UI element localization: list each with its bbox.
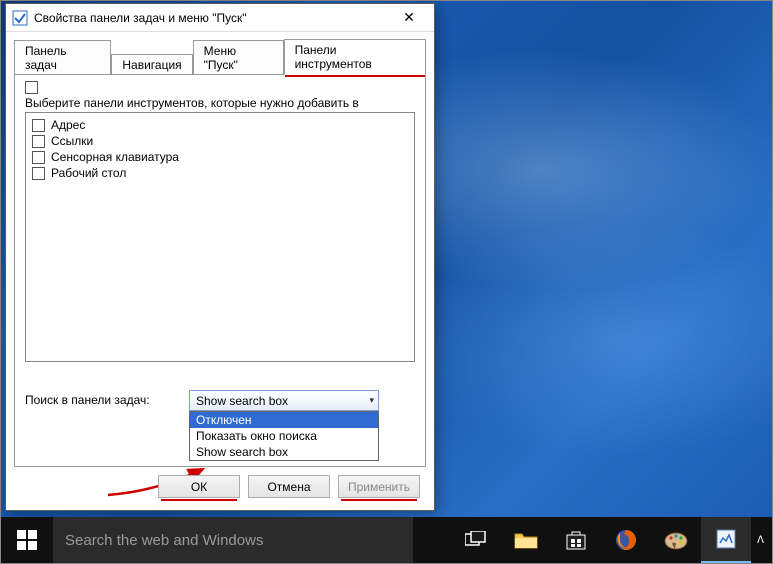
firefox-icon: [614, 528, 638, 552]
taskbar-spacer: [413, 517, 451, 563]
annotation-underline: [341, 499, 417, 501]
checkbox-icon[interactable]: [32, 167, 45, 180]
checkbox-icon[interactable]: [32, 151, 45, 164]
combo-value: Show search box: [196, 394, 288, 408]
tab-toolbars-label: Панели инструментов: [295, 43, 372, 71]
cancel-label: Отмена: [267, 480, 310, 494]
system-tray[interactable]: ᐱ: [751, 517, 772, 563]
titlebar[interactable]: Свойства панели задач и меню "Пуск" ✕: [6, 4, 434, 32]
window-icon: [12, 10, 28, 26]
task-view-icon: [465, 531, 487, 549]
list-item[interactable]: Ссылки: [32, 133, 408, 149]
tab-taskbar[interactable]: Панель задач: [14, 40, 111, 75]
dialog-buttons: ОК Отмена Применить: [6, 475, 434, 510]
start-button[interactable]: [1, 517, 53, 563]
app-icon: [715, 528, 737, 550]
list-item[interactable]: Рабочий стол: [32, 165, 408, 181]
instruction-text: Выберите панели инструментов, которые ну…: [25, 96, 415, 110]
search-placeholder-text: Search the web and Windows: [65, 532, 263, 549]
list-item-label: Адрес: [51, 118, 85, 132]
chevron-down-icon: ▾: [369, 395, 374, 406]
annotation-underline: [161, 499, 237, 501]
toolbars-listbox[interactable]: Адрес Ссылки Сенсорная клавиатура Рабочи…: [25, 112, 415, 362]
ok-label: ОК: [191, 480, 207, 494]
dropdown-option[interactable]: Show search box: [190, 444, 378, 460]
store-button[interactable]: [551, 517, 601, 563]
taskbar: Search the web and Windows ᐱ: [1, 517, 772, 563]
dropdown-option[interactable]: Отключен: [190, 412, 378, 428]
tab-toolbars[interactable]: Панели инструментов: [284, 39, 426, 75]
store-icon: [565, 529, 587, 551]
folder-icon: [514, 530, 538, 550]
tab-startmenu[interactable]: Меню "Пуск": [193, 40, 284, 75]
close-button[interactable]: ✕: [386, 5, 432, 31]
tab-content: Выберите панели инструментов, которые ну…: [14, 74, 426, 467]
taskbar-apps: [451, 517, 751, 563]
apply-label: Применить: [348, 480, 410, 494]
windows-icon: [17, 530, 37, 550]
checkbox-unknown[interactable]: [25, 81, 38, 94]
search-setting-row: Поиск в панели задач: Show search box ▾ …: [25, 390, 415, 411]
cancel-button[interactable]: Отмена: [248, 475, 330, 498]
list-item[interactable]: Адрес: [32, 117, 408, 133]
dropdown-option[interactable]: Показать окно поиска: [190, 428, 378, 444]
file-explorer-button[interactable]: [501, 517, 551, 563]
tab-bar: Панель задач Навигация Меню "Пуск" Панел…: [6, 32, 434, 74]
list-item[interactable]: Сенсорная клавиатура: [32, 149, 408, 165]
search-combobox[interactable]: Show search box ▾: [189, 390, 379, 411]
annotation-underline: [285, 75, 425, 77]
checkbox-icon[interactable]: [32, 135, 45, 148]
paint-icon: [663, 529, 689, 551]
apply-button[interactable]: Применить: [338, 475, 420, 498]
search-combo-wrap: Show search box ▾ Отключен Показать окно…: [189, 390, 379, 411]
list-item-label: Сенсорная клавиатура: [51, 150, 179, 164]
window-title: Свойства панели задач и меню "Пуск": [34, 11, 380, 25]
tray-chevron-up-icon[interactable]: ᐱ: [757, 535, 764, 546]
active-app-button[interactable]: [701, 517, 751, 563]
taskbar-properties-dialog: Свойства панели задач и меню "Пуск" ✕ Па…: [5, 3, 435, 511]
close-icon: ✕: [403, 9, 415, 26]
list-item-label: Рабочий стол: [51, 166, 126, 180]
checkbox-icon[interactable]: [32, 119, 45, 132]
tab-navigation[interactable]: Навигация: [111, 54, 192, 75]
paint-button[interactable]: [651, 517, 701, 563]
ok-button[interactable]: ОК: [158, 475, 240, 498]
taskbar-search[interactable]: Search the web and Windows: [53, 517, 413, 563]
firefox-button[interactable]: [601, 517, 651, 563]
list-item-label: Ссылки: [51, 134, 93, 148]
search-dropdown[interactable]: Отключен Показать окно поиска Show searc…: [189, 411, 379, 461]
search-label: Поиск в панели задач:: [25, 390, 175, 407]
task-view-button[interactable]: [451, 517, 501, 563]
